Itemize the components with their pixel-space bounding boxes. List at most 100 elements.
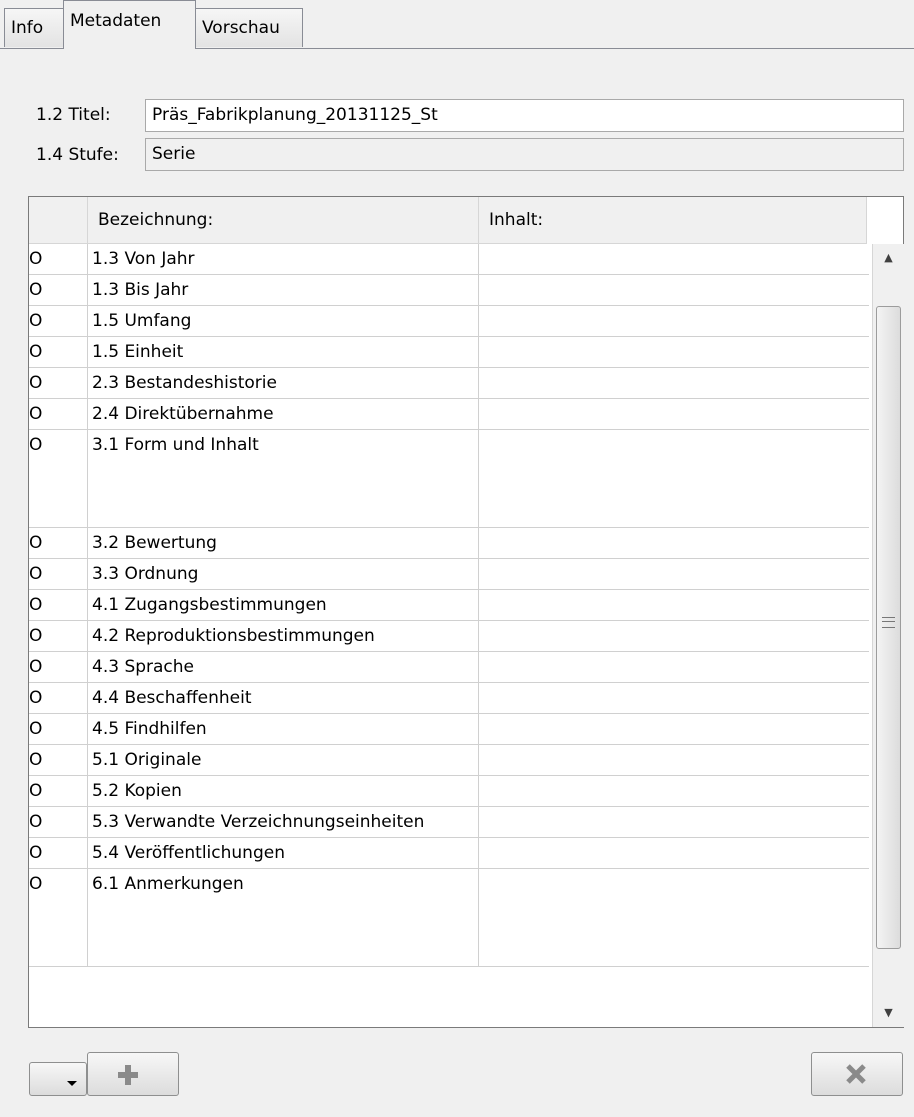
row-marker: O (29, 838, 88, 868)
header-bezeichnung-label: Bezeichnung: (98, 210, 214, 230)
table-row[interactable]: O 6.1 Anmerkungen (29, 869, 869, 967)
table-row[interactable]: O 5.2 Kopien (29, 776, 869, 807)
titel-input[interactable]: Präs_Fabrikplanung_20131125_St (145, 99, 904, 132)
row-content[interactable] (479, 745, 869, 775)
row-content[interactable] (479, 399, 869, 429)
tab-metadaten[interactable]: Metadaten (63, 0, 196, 49)
row-content[interactable] (479, 652, 869, 682)
row-label: 4.1 Zugangsbestimmungen (88, 590, 479, 620)
row-content[interactable] (479, 621, 869, 651)
tab-info[interactable]: Info (4, 8, 64, 47)
grip-icon (882, 617, 895, 628)
table-row[interactable]: O 4.4 Beschaffenheit (29, 683, 869, 714)
table-row[interactable]: O 3.1 Form und Inhalt (29, 430, 869, 528)
header-marker (29, 197, 88, 243)
row-content[interactable] (479, 683, 869, 713)
row-marker: O (29, 807, 88, 837)
table-row[interactable]: O 1.5 Umfang (29, 306, 869, 337)
arrow-down-icon[interactable]: ▼ (873, 999, 904, 1027)
delete-button[interactable] (811, 1052, 903, 1096)
row-marker: O (29, 745, 88, 775)
row-label: 5.2 Kopien (88, 776, 479, 806)
row-marker: O (29, 528, 88, 558)
row-marker: O (29, 399, 88, 429)
table-row[interactable]: O 5.4 Veröffentlichungen (29, 838, 869, 869)
row-label: 3.1 Form und Inhalt (88, 430, 479, 527)
add-button[interactable] (87, 1052, 179, 1096)
row-content[interactable] (479, 559, 869, 589)
row-label: 4.4 Beschaffenheit (88, 683, 479, 713)
vertical-scrollbar[interactable]: ▲ ▼ (872, 244, 904, 1027)
row-label: 5.4 Veröffentlichungen (88, 838, 479, 868)
row-label: 4.2 Reproduktionsbestimmungen (88, 621, 479, 651)
titel-value: Präs_Fabrikplanung_20131125_St (152, 105, 438, 125)
header-bezeichnung[interactable]: Bezeichnung: (88, 197, 479, 243)
stufe-value: Serie (152, 144, 196, 164)
table-row[interactable]: O 1.5 Einheit (29, 337, 869, 368)
row-label: 2.3 Bestandeshistorie (88, 368, 479, 398)
row-marker: O (29, 275, 88, 305)
row-marker: O (29, 652, 88, 682)
table-row[interactable]: O 4.3 Sprache (29, 652, 869, 683)
table-row[interactable]: O 5.1 Originale (29, 745, 869, 776)
table-row[interactable]: O 2.4 Direktübernahme (29, 399, 869, 430)
row-content[interactable] (479, 337, 869, 367)
row-label: 4.5 Findhilfen (88, 714, 479, 744)
tab-metadaten-label: Metadaten (70, 11, 162, 31)
table-row[interactable]: O 1.3 Von Jahr (29, 244, 869, 275)
row-content[interactable] (479, 869, 869, 966)
row-label: 1.5 Umfang (88, 306, 479, 336)
row-content[interactable] (479, 590, 869, 620)
row-content[interactable] (479, 838, 869, 868)
dropdown-button[interactable] (29, 1062, 87, 1096)
table-row[interactable]: O 2.3 Bestandeshistorie (29, 368, 869, 399)
row-marker: O (29, 306, 88, 336)
row-label: 1.3 Von Jahr (88, 244, 479, 274)
row-content[interactable] (479, 244, 869, 274)
row-marker: O (29, 683, 88, 713)
table-row[interactable]: O 4.1 Zugangsbestimmungen (29, 590, 869, 621)
row-marker: O (29, 244, 88, 274)
row-marker: O (29, 590, 88, 620)
row-marker: O (29, 368, 88, 398)
row-label: 4.3 Sprache (88, 652, 479, 682)
table-row[interactable]: O 5.3 Verwandte Verzeichnungseinheiten (29, 807, 869, 838)
table-row[interactable]: O 1.3 Bis Jahr (29, 275, 869, 306)
tab-bar: Info Metadaten Vorschau (0, 0, 914, 49)
row-marker: O (29, 559, 88, 589)
row-label: 3.2 Bewertung (88, 528, 479, 558)
scrollbar-thumb[interactable] (876, 306, 901, 949)
row-label: 1.5 Einheit (88, 337, 479, 367)
table-row[interactable]: O 4.2 Reproduktionsbestimmungen (29, 621, 869, 652)
row-label: 3.3 Ordnung (88, 559, 479, 589)
table-row[interactable]: O 4.5 Findhilfen (29, 714, 869, 745)
tab-vorschau[interactable]: Vorschau (195, 8, 303, 47)
titel-label: 1.2 Titel: (36, 105, 111, 125)
row-label: 1.3 Bis Jahr (88, 275, 479, 305)
row-content[interactable] (479, 368, 869, 398)
arrow-up-icon[interactable]: ▲ (873, 244, 904, 272)
plus-icon (118, 1065, 138, 1085)
row-content[interactable] (479, 807, 869, 837)
row-content[interactable] (479, 275, 869, 305)
stufe-label: 1.4 Stufe: (36, 145, 119, 165)
row-label: 2.4 Direktübernahme (88, 399, 479, 429)
metadata-table: Bezeichnung: Inhalt: O 1.3 Von Jahr O 1.3 B… (28, 196, 904, 1028)
row-content[interactable] (479, 776, 869, 806)
header-inhalt-label: Inhalt: (489, 210, 544, 230)
table-row[interactable]: O 3.2 Bewertung (29, 528, 869, 559)
tab-vorschau-label: Vorschau (202, 18, 280, 38)
row-content[interactable] (479, 306, 869, 336)
row-label: 5.3 Verwandte Verzeichnungseinheiten (88, 807, 479, 837)
row-label: 5.1 Originale (88, 745, 479, 775)
row-content[interactable] (479, 430, 869, 527)
row-marker: O (29, 869, 88, 966)
row-marker: O (29, 776, 88, 806)
table-row[interactable]: O 3.3 Ordnung (29, 559, 869, 590)
header-inhalt[interactable]: Inhalt: (479, 197, 867, 243)
row-content[interactable] (479, 528, 869, 558)
row-content[interactable] (479, 714, 869, 744)
row-marker: O (29, 430, 88, 527)
row-marker: O (29, 621, 88, 651)
row-marker: O (29, 714, 88, 744)
